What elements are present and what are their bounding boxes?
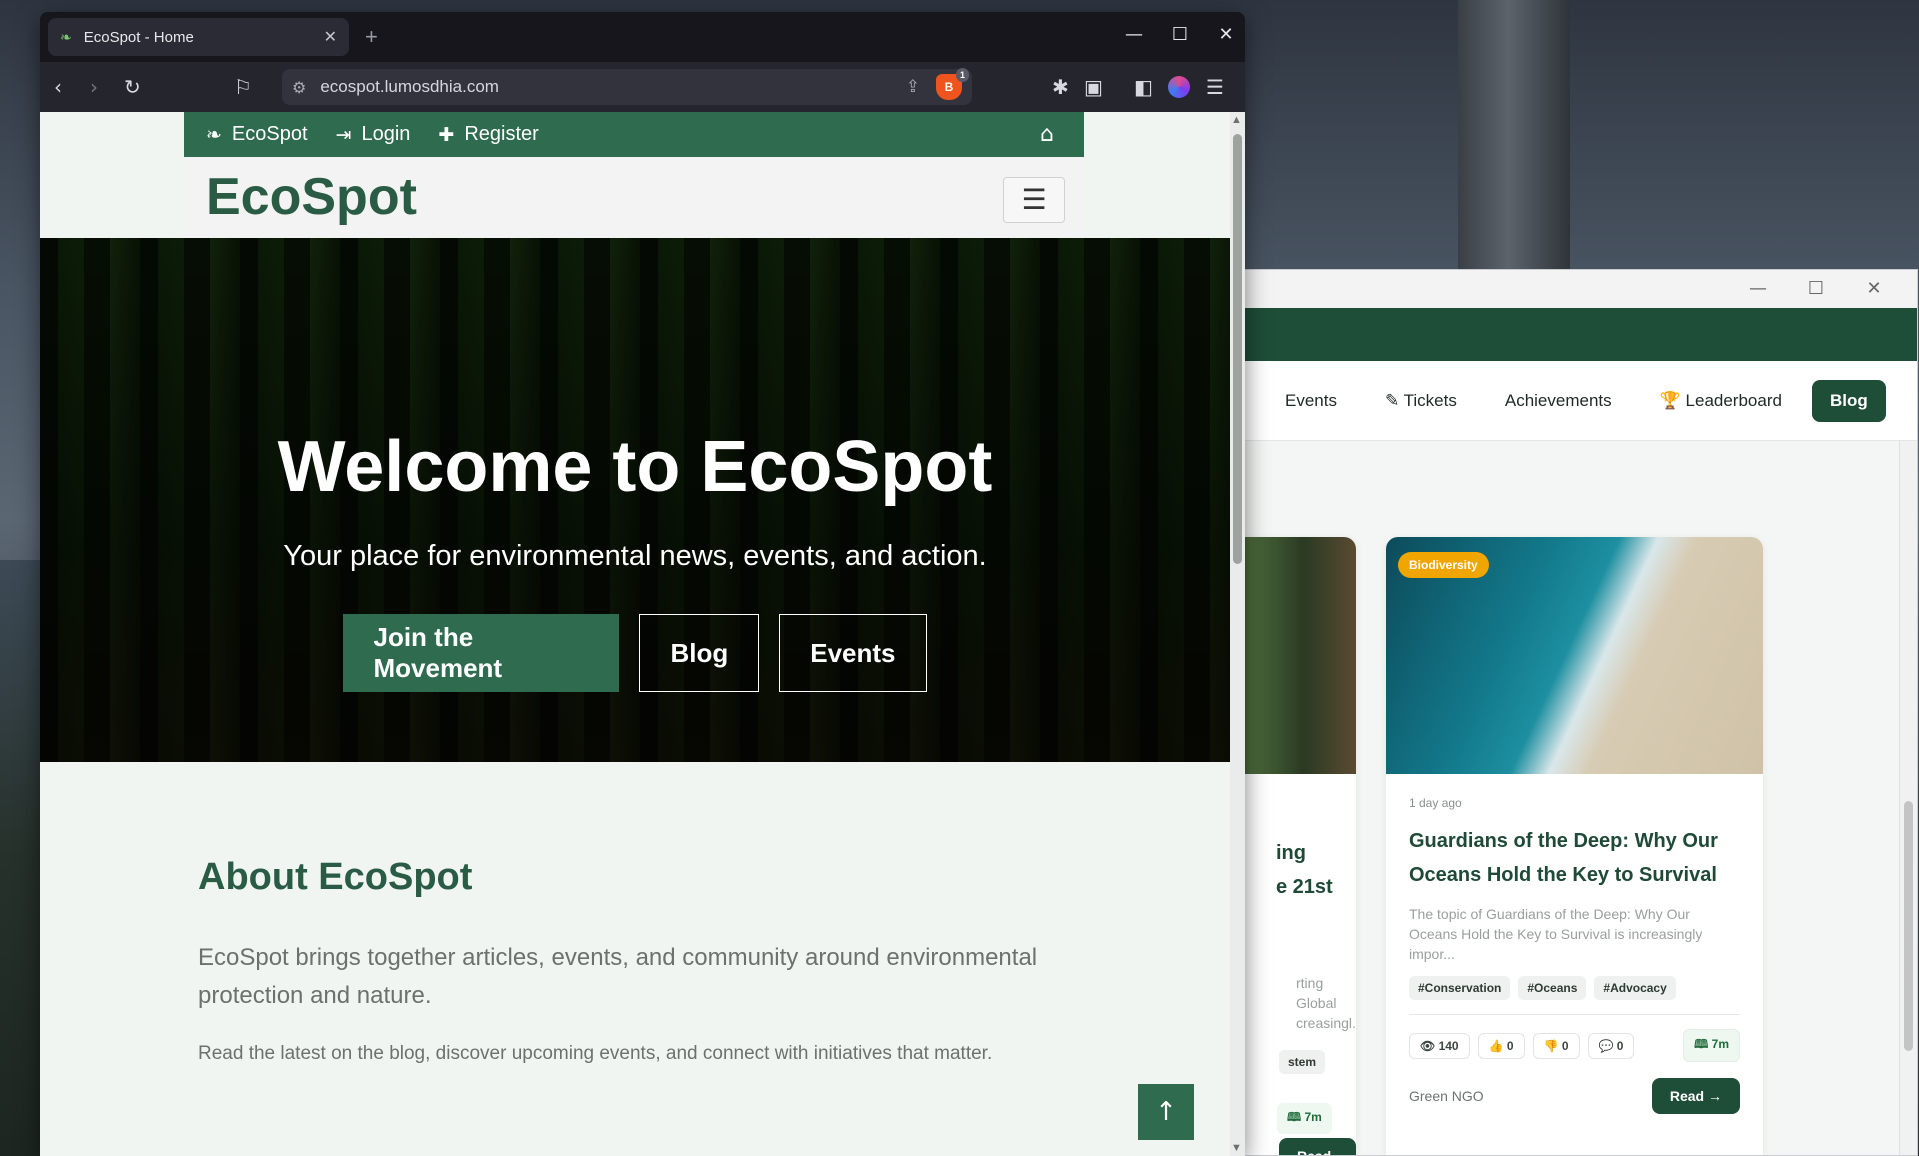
- card-image: [1231, 537, 1356, 774]
- topnav-label: EcoSpot: [231, 123, 308, 145]
- card-stats: 👁 140 👍 0 👎 0 💬 0 🕮 7m: [1409, 1029, 1740, 1062]
- site-topbar: ❧ EcoSpot ⇥ Login ✚ Register ⌂: [184, 112, 1084, 157]
- about-title: About EcoSpot: [198, 856, 473, 898]
- shield-count: 1: [955, 68, 969, 82]
- category-badge: Biodiversity: [1398, 552, 1489, 578]
- blog-button[interactable]: Blog: [639, 614, 760, 692]
- comments-count[interactable]: 💬 0: [1587, 1032, 1635, 1059]
- hero-actions: Join the Movement Blog Events: [40, 614, 1230, 692]
- tag-conservation[interactable]: #Conservation: [1409, 976, 1511, 1000]
- site-settings-icon[interactable]: ⚙: [292, 78, 306, 97]
- card-author: Green NGO: [1409, 1088, 1484, 1104]
- share-icon[interactable]: ⇪: [906, 77, 920, 97]
- scrollbar[interactable]: [1899, 441, 1917, 1155]
- read-time-badge: 🕮 7m: [1683, 1029, 1740, 1062]
- topnav-label: Register: [464, 123, 539, 145]
- read-button[interactable]: Read →: [1279, 1138, 1356, 1155]
- home-icon[interactable]: ⌂: [1040, 122, 1054, 147]
- bookmark-icon[interactable]: ⚐: [234, 75, 252, 99]
- close-icon[interactable]: ✕: [324, 27, 337, 47]
- hero-section: Welcome to EcoSpot Your place for enviro…: [40, 238, 1230, 762]
- blog-card[interactable]: inge 21st rting Globalcreasingl... stem …: [1231, 537, 1356, 1155]
- page-viewport: ❧ EcoSpot ⇥ Login ✚ Register ⌂ EcoSpot ☰…: [40, 112, 1230, 1156]
- scrollbar-thumb[interactable]: [1904, 801, 1913, 1051]
- topnav-register[interactable]: ✚ Register: [438, 123, 538, 146]
- read-button[interactable]: Read →: [1651, 1078, 1740, 1114]
- nav-achievements[interactable]: Achievements: [1481, 391, 1636, 411]
- views-count: 👁 140: [1409, 1032, 1470, 1059]
- topnav-ecospot[interactable]: ❧ EcoSpot: [206, 123, 308, 146]
- site-nav: Events ✎ Tickets Achievements 🏆 Leaderbo…: [1231, 361, 1917, 441]
- site-header-band: [1231, 308, 1917, 361]
- nav-events[interactable]: Events: [1261, 391, 1361, 411]
- hero-subtitle: Your place for environmental news, event…: [283, 540, 987, 572]
- hamburger-menu-button[interactable]: ☰: [1003, 177, 1065, 223]
- card-excerpt: The topic of Guardians of the Deep: Why …: [1409, 906, 1703, 962]
- about-lead: EcoSpot brings together articles, events…: [198, 944, 1038, 1009]
- extensions-icon[interactable]: ✱: [1052, 75, 1069, 99]
- maximize-button[interactable]: ☐: [1793, 276, 1839, 302]
- card-title: ing e 21st: [1276, 842, 1333, 898]
- card-title[interactable]: Guardians of the Deep: Why Our Oceans Ho…: [1409, 824, 1740, 892]
- about-text: Read the latest on the blog, discover up…: [198, 1043, 993, 1064]
- scroll-down-icon[interactable]: ▼: [1231, 1142, 1242, 1154]
- desktop-wallpaper-tower: [1458, 0, 1570, 270]
- address-bar[interactable]: ⚙ ecospot.lumosdhia.com ⇪ B1: [282, 68, 972, 105]
- dislike-button[interactable]: 👎 0: [1532, 1032, 1580, 1059]
- join-movement-button[interactable]: Join the Movement: [343, 614, 620, 692]
- reload-icon[interactable]: ↻: [124, 75, 141, 99]
- blog-list: inge 21st rting Globalcreasingl... stem …: [1231, 441, 1917, 1155]
- tag-oceans[interactable]: #Oceans: [1518, 976, 1587, 1000]
- tab-strip: ❧ EcoSpot - Home ✕ + — ☐ ✕: [40, 12, 1245, 62]
- card-tags: #Conservation #Oceans #Advocacy: [1409, 976, 1740, 1000]
- nav-blog[interactable]: Blog: [1811, 379, 1886, 422]
- hero-title: Welcome to EcoSpot: [277, 427, 993, 507]
- brave-shield-icon[interactable]: B1: [936, 68, 969, 100]
- leaf-icon: ❧: [60, 28, 72, 45]
- events-button[interactable]: Events: [779, 614, 927, 692]
- profile-avatar[interactable]: [1168, 76, 1190, 98]
- wallet-icon[interactable]: ▣: [1084, 75, 1103, 99]
- close-button[interactable]: ✕: [1206, 24, 1245, 45]
- divider: [1409, 1014, 1740, 1015]
- about-section: About EcoSpot EcoSpot brings together ar…: [198, 856, 1098, 1065]
- minimize-button[interactable]: —: [1114, 24, 1154, 45]
- tab-ecospot-home[interactable]: ❧ EcoSpot - Home ✕: [48, 18, 349, 56]
- nav-leaderboard[interactable]: 🏆 Leaderboard: [1636, 391, 1806, 411]
- tag-advocacy[interactable]: #Advocacy: [1594, 976, 1676, 1000]
- topnav-login[interactable]: ⇥ Login: [336, 123, 411, 146]
- card-image: Biodiversity: [1386, 537, 1763, 774]
- scrollbar-thumb[interactable]: [1233, 134, 1242, 564]
- url-text[interactable]: ecospot.lumosdhia.com: [320, 77, 905, 97]
- nav-tickets[interactable]: ✎ Tickets: [1361, 391, 1481, 411]
- topnav-label: Login: [361, 123, 411, 145]
- site-logo[interactable]: EcoSpot: [206, 167, 417, 227]
- scroll-to-top-button[interactable]: ↑: [1138, 1084, 1194, 1140]
- browser-toolbar: ‹ › ↻ ⚐ ⚙ ecospot.lumosdhia.com ⇪ B1 ✱ ▣…: [40, 62, 1245, 112]
- card-excerpt: rting Globalcreasingl...: [1296, 975, 1356, 1031]
- user-plus-icon: ✚: [438, 123, 455, 146]
- read-time-badge: 🕮 7m: [1277, 1103, 1332, 1134]
- window-titlebar: — ☐ ✕: [1231, 270, 1917, 308]
- forward-icon[interactable]: ›: [90, 75, 98, 99]
- tab-title: EcoSpot - Home: [83, 28, 194, 46]
- brand-bar: EcoSpot ☰: [184, 157, 1084, 244]
- page-scrollbar[interactable]: ▲ ▼: [1230, 112, 1245, 1156]
- new-tab-button[interactable]: +: [365, 24, 378, 50]
- back-icon[interactable]: ‹: [54, 75, 62, 99]
- scroll-up-icon[interactable]: ▲: [1231, 114, 1242, 126]
- minimize-button[interactable]: —: [1735, 276, 1781, 302]
- card-tag[interactable]: stem: [1279, 1050, 1326, 1074]
- sidebar-icon[interactable]: ◧: [1134, 75, 1153, 99]
- browser-window[interactable]: ❧ EcoSpot - Home ✕ + — ☐ ✕ ‹ › ↻ ⚐ ⚙ eco…: [40, 12, 1245, 1156]
- maximize-button[interactable]: ☐: [1160, 24, 1200, 45]
- leaf-icon: ❧: [206, 123, 222, 146]
- login-icon: ⇥: [335, 123, 352, 146]
- blog-card[interactable]: Biodiversity 1 day ago Guardians of the …: [1386, 537, 1763, 1155]
- close-button[interactable]: ✕: [1851, 276, 1897, 302]
- background-browser-window[interactable]: — ☐ ✕ Events ✎ Tickets Achievements 🏆 Le…: [1230, 269, 1918, 1156]
- card-timestamp: 1 day ago: [1409, 796, 1462, 810]
- menu-icon[interactable]: ☰: [1206, 75, 1224, 99]
- like-button[interactable]: 👍 0: [1477, 1032, 1525, 1059]
